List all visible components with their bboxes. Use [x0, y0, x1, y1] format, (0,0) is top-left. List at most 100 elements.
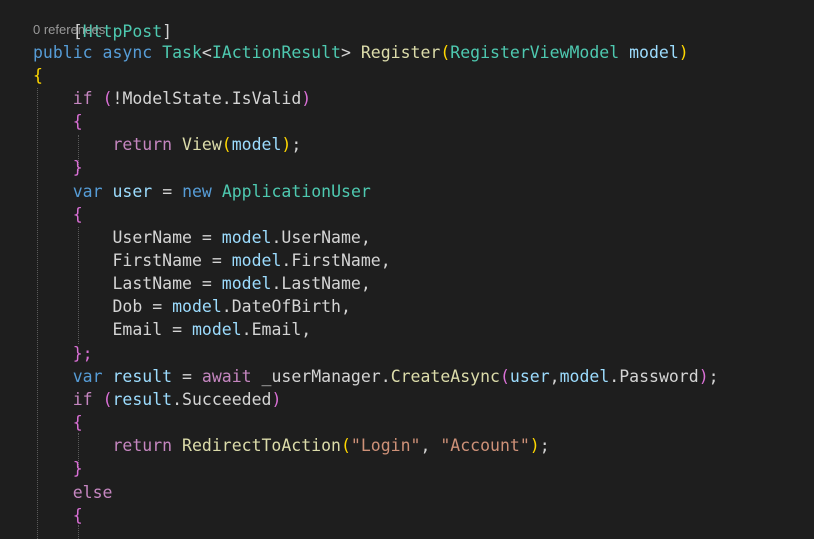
code-token: FirstName	[112, 251, 202, 270]
code-token: "Login"	[350, 436, 421, 455]
code-line: {	[33, 203, 83, 226]
code-token: (	[102, 390, 113, 409]
code-token: !	[112, 89, 123, 108]
code-line: {	[33, 110, 83, 133]
code-token: )	[678, 43, 689, 62]
code-token: (	[499, 367, 510, 386]
code-token: ,	[360, 228, 371, 247]
code-token: .	[281, 251, 292, 270]
code-token: UserName	[112, 228, 192, 247]
code-token: =	[152, 297, 163, 316]
code-line: else	[33, 481, 113, 504]
code-token: _userManager	[261, 367, 381, 386]
code-line: return View(model);	[33, 133, 301, 156]
code-token: .	[380, 367, 391, 386]
code-line: }	[33, 156, 83, 179]
codelens-references[interactable]: 0 references	[33, 20, 105, 40]
code-token: )	[271, 390, 282, 409]
code-token: Succeeded	[182, 390, 272, 409]
code-token: result	[112, 367, 173, 386]
code-token: return	[112, 436, 173, 455]
code-line: Dob = model.DateOfBirth,	[33, 295, 351, 318]
code-token: }	[72, 459, 83, 478]
code-line: {	[33, 411, 83, 434]
code-editor[interactable]: [HttpPost] 0 references public async Tas…	[0, 0, 814, 539]
code-token: new	[182, 182, 212, 201]
code-line: public async Task<IActionResult> Registe…	[33, 41, 689, 64]
code-token: Register	[360, 43, 441, 62]
code-token: ]	[162, 22, 173, 41]
code-token: {	[72, 506, 83, 525]
code-token: var	[72, 182, 103, 201]
code-token: model	[559, 367, 610, 386]
code-token: ,	[380, 251, 391, 270]
code-token: )	[281, 135, 292, 154]
code-line: }	[33, 457, 83, 480]
code-token: async	[102, 43, 153, 62]
indent-guide	[78, 525, 79, 539]
code-line: Email = model.Email,	[33, 318, 311, 341]
code-line: var result = await _userManager.CreateAs…	[33, 365, 719, 388]
code-token: RegisterViewModel	[450, 43, 620, 62]
code-token: var	[72, 367, 103, 386]
code-token: >	[340, 43, 351, 62]
code-token: Email	[112, 320, 163, 339]
code-token: model	[231, 135, 282, 154]
code-token: model	[629, 43, 679, 62]
code-line: {	[33, 64, 43, 87]
code-token: .	[609, 367, 620, 386]
code-token: ,	[341, 297, 351, 316]
code-token: ApplicationUser	[221, 182, 371, 201]
code-line: [HttpPost]	[33, 0, 172, 41]
code-token: Dob	[112, 297, 143, 316]
code-token: if	[72, 89, 93, 108]
code-token: IActionResult	[211, 43, 341, 62]
code-token: {	[33, 66, 43, 85]
code-token: {	[72, 205, 83, 224]
code-token: CreateAsync	[390, 367, 500, 386]
code-token: =	[162, 182, 173, 201]
code-token: {	[72, 112, 83, 131]
code-token: "Account"	[440, 436, 530, 455]
code-token: ,	[301, 320, 312, 339]
code-token: model	[191, 320, 242, 339]
code-token: <	[201, 43, 212, 62]
code-token: .	[221, 297, 232, 316]
code-token: else	[72, 483, 113, 502]
code-line: FirstName = model.FirstName,	[33, 249, 391, 272]
code-token: ,	[549, 367, 560, 386]
code-line: var user = new ApplicationUser	[33, 180, 371, 203]
code-token: await	[201, 367, 252, 386]
code-token: =	[201, 274, 212, 293]
code-token: LastName	[112, 274, 192, 293]
code-token: )	[529, 436, 540, 455]
code-token: =	[172, 320, 183, 339]
code-token: model	[172, 297, 222, 316]
code-token: (	[221, 135, 232, 154]
code-token: }	[72, 158, 83, 177]
code-token: Email	[251, 320, 302, 339]
code-token: )	[698, 367, 709, 386]
code-token: (	[102, 89, 113, 108]
code-token: IsValid	[231, 89, 302, 108]
code-token: .	[221, 89, 232, 108]
code-token: ;	[291, 135, 302, 154]
code-line: if (!ModelState.IsValid)	[33, 87, 311, 110]
code-token: return	[112, 135, 173, 154]
code-token: (	[340, 436, 351, 455]
code-token: =	[211, 251, 222, 270]
code-token: LastName	[281, 274, 361, 293]
code-token: ;	[539, 436, 550, 455]
code-token: user	[112, 182, 153, 201]
code-token: FirstName	[291, 251, 381, 270]
code-line: return RedirectToAction("Login", "Accoun…	[33, 434, 550, 457]
code-token: .	[271, 274, 282, 293]
code-token: )	[301, 89, 312, 108]
code-token: result	[112, 390, 173, 409]
code-token: model	[231, 251, 282, 270]
code-token: =	[201, 228, 212, 247]
code-token: public	[33, 43, 93, 62]
code-token: .	[241, 320, 252, 339]
code-token: View	[182, 135, 222, 154]
code-line: LastName = model.LastName,	[33, 272, 370, 295]
